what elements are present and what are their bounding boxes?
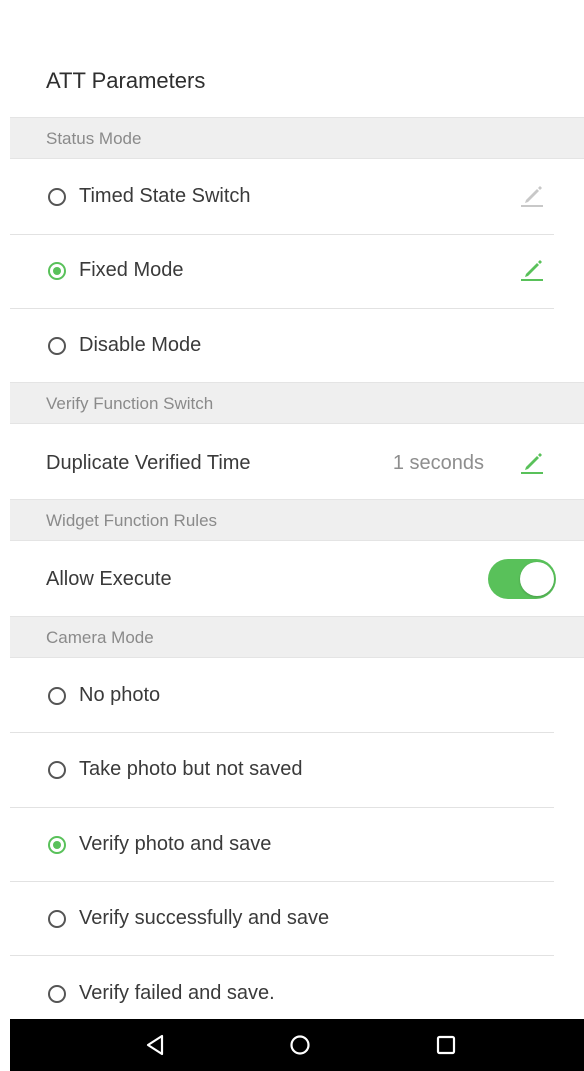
- duplicate-verified-time-row[interactable]: Duplicate Verified Time 1 seconds: [10, 425, 554, 499]
- allow-execute-row[interactable]: Allow Execute: [10, 542, 556, 616]
- option-verify-failed-and-save[interactable]: Verify failed and save.: [10, 956, 554, 1019]
- navigation-bar: [10, 1019, 584, 1071]
- pencil-icon[interactable]: [518, 255, 546, 283]
- radio-unchecked[interactable]: [48, 188, 66, 206]
- option-take-photo-not-saved[interactable]: Take photo but not saved: [10, 733, 554, 808]
- section-label: Camera Mode: [46, 628, 154, 647]
- option-label: Verify photo and save: [79, 833, 272, 855]
- option-label: Disable Mode: [79, 334, 202, 356]
- section-status-mode: Status Mode: [10, 117, 584, 159]
- allow-execute-label: Allow Execute: [46, 568, 172, 590]
- option-label: Verify failed and save.: [79, 982, 275, 1004]
- section-label: Verify Function Switch: [46, 394, 214, 413]
- page-title: ATT Parameters: [46, 68, 206, 93]
- att-parameters-screen: ATT Parameters Status Mode Timed State S…: [0, 0, 584, 1071]
- option-disable-mode[interactable]: Disable Mode: [10, 309, 554, 382]
- radio-unchecked[interactable]: [48, 910, 66, 928]
- option-label: Timed State Switch: [79, 185, 251, 207]
- option-fixed-mode[interactable]: Fixed Mode: [10, 235, 554, 309]
- option-label: Fixed Mode: [79, 259, 184, 281]
- section-label: Widget Function Rules: [46, 511, 218, 530]
- radio-unchecked[interactable]: [48, 337, 66, 355]
- toggle-knob: [520, 562, 554, 596]
- duplicate-verified-time-value: 1 seconds: [392, 452, 484, 474]
- home-circle-icon[interactable]: [285, 1030, 315, 1060]
- section-camera-mode: Camera Mode: [10, 616, 584, 658]
- option-label: No photo: [79, 684, 161, 706]
- option-verify-successfully-and-save[interactable]: Verify successfully and save: [10, 882, 554, 956]
- duplicate-verified-time-label: Duplicate Verified Time: [46, 452, 251, 474]
- section-widget-function-rules: Widget Function Rules: [10, 499, 584, 541]
- section-label: Status Mode: [46, 129, 142, 148]
- back-triangle-icon[interactable]: [141, 1030, 171, 1060]
- option-label: Verify successfully and save: [79, 907, 330, 929]
- option-label: Take photo but not saved: [79, 758, 303, 780]
- radio-unchecked[interactable]: [48, 687, 66, 705]
- radio-unchecked[interactable]: [48, 761, 66, 779]
- option-verify-photo-and-save[interactable]: Verify photo and save: [10, 808, 554, 882]
- allow-execute-toggle[interactable]: [488, 559, 556, 599]
- radio-unchecked[interactable]: [48, 985, 66, 1003]
- option-timed-state-switch[interactable]: Timed State Switch: [10, 160, 554, 235]
- recents-square-icon[interactable]: [431, 1030, 461, 1060]
- pencil-icon[interactable]: [518, 448, 546, 476]
- radio-checked[interactable]: [48, 836, 66, 854]
- radio-checked[interactable]: [48, 262, 66, 280]
- section-verify-function-switch: Verify Function Switch: [10, 382, 584, 424]
- option-no-photo[interactable]: No photo: [10, 659, 554, 733]
- pencil-icon[interactable]: [518, 181, 546, 209]
